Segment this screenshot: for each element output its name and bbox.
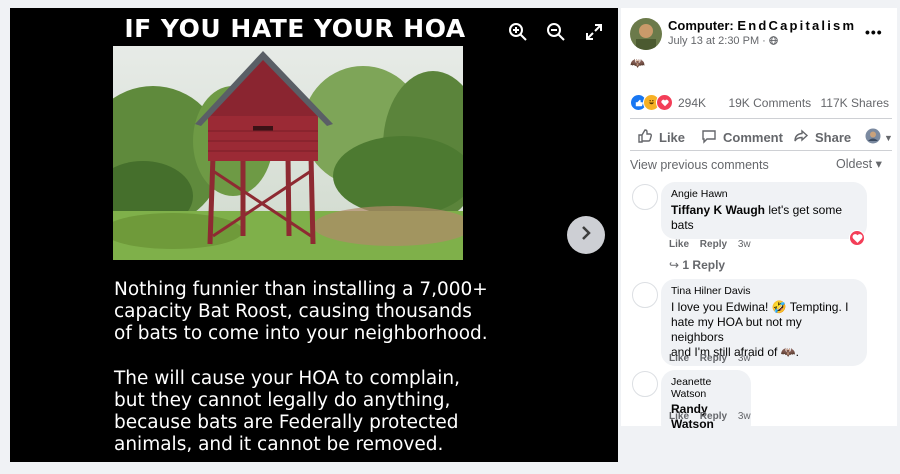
- commenter-name[interactable]: Tina Hilner Davis: [671, 285, 857, 297]
- zoom-out-icon[interactable]: [546, 22, 566, 42]
- share-button[interactable]: Share: [793, 128, 851, 147]
- view-replies-link[interactable]: ↪ 1 Reply: [669, 258, 725, 272]
- comment-bubble: Jeanette Watson Randy Watson: [661, 370, 751, 438]
- comment-text: I love you Edwina! 🤣 Tempting. I hate my…: [671, 300, 849, 359]
- meme-paragraph-1: Nothing funnier than installing a 7,000+…: [114, 279, 488, 344]
- meme-title: IF YOU HATE YOUR HOA: [124, 14, 466, 43]
- comment-text: Tiffany K Waugh let's get some bats: [671, 203, 842, 232]
- comment-button[interactable]: Comment: [701, 128, 783, 147]
- author-name[interactable]: Computer: EndCapitalism: [668, 18, 856, 33]
- fullscreen-icon[interactable]: [584, 22, 604, 42]
- comment-age: 3w: [737, 411, 751, 422]
- share-icon: [793, 128, 815, 147]
- comment-actions: Like Reply 3w: [669, 239, 759, 250]
- commenter-name[interactable]: Jeanette Watson: [671, 376, 741, 400]
- bat-roost-photo: [113, 46, 463, 260]
- post-stats: 19K Comments 117K Shares: [728, 96, 889, 110]
- chevron-right-icon: [579, 225, 593, 246]
- post-panel: Computer: EndCapitalism July 13 at 2:30 …: [621, 8, 897, 438]
- commenter-avatar[interactable]: [632, 282, 658, 308]
- view-previous-comments-link[interactable]: View previous comments: [630, 158, 769, 172]
- comment-like-link[interactable]: Like: [669, 353, 689, 364]
- comment-reply-link[interactable]: Reply: [700, 353, 727, 364]
- divider: [630, 150, 892, 151]
- comment-bubble: Angie Hawn Tiffany K Waugh let's get som…: [661, 182, 867, 239]
- comment-actions: Like Reply 3w: [669, 353, 759, 364]
- comment-like-link[interactable]: Like: [669, 411, 689, 422]
- like-button[interactable]: Like: [637, 128, 685, 147]
- reaction-count: 294K: [678, 95, 707, 110]
- thumbs-up-icon: [637, 128, 659, 147]
- commenter-name[interactable]: Angie Hawn: [671, 188, 857, 200]
- mention-tag[interactable]: Tiffany K Waugh: [671, 203, 765, 217]
- love-reaction-icon: [656, 94, 673, 111]
- comment-icon: [701, 128, 723, 147]
- comments-count[interactable]: 19K Comments: [728, 96, 811, 110]
- comment-actions: Like Reply 3w: [669, 411, 759, 422]
- commenter-avatar[interactable]: [632, 184, 658, 210]
- audience-selector[interactable]: ▼: [865, 128, 893, 147]
- reply-arrow-icon: ↪: [669, 258, 683, 272]
- commenter-avatar[interactable]: [632, 371, 658, 397]
- comment-like-link[interactable]: Like: [669, 239, 689, 250]
- divider: [630, 118, 892, 119]
- globe-icon: [769, 35, 778, 47]
- comment-age: 3w: [737, 353, 751, 364]
- comment-age: 3w: [737, 239, 751, 250]
- post-text: 🦇: [630, 56, 645, 70]
- comment-reply-link[interactable]: Reply: [700, 411, 727, 422]
- next-photo-button[interactable]: [567, 216, 605, 254]
- media-viewer: IF YOU HATE YOUR HOA Nothing funnier tha…: [10, 8, 618, 462]
- reactions-summary[interactable]: 294K: [630, 94, 706, 111]
- more-options-icon[interactable]: •••: [865, 24, 883, 40]
- sort-comments-dropdown[interactable]: Oldest ▾: [836, 156, 882, 171]
- love-reaction-icon[interactable]: [849, 230, 865, 246]
- zoom-in-icon[interactable]: [508, 22, 528, 42]
- post-timestamp[interactable]: July 13 at 2:30 PM ·: [668, 35, 778, 47]
- comment-reply-link[interactable]: Reply: [700, 239, 727, 250]
- chevron-down-icon: ▼: [884, 132, 893, 143]
- meme-paragraph-2: The will cause your HOA to complain, but…: [114, 368, 460, 455]
- shares-count[interactable]: 117K Shares: [821, 96, 890, 110]
- author-avatar[interactable]: [630, 18, 662, 50]
